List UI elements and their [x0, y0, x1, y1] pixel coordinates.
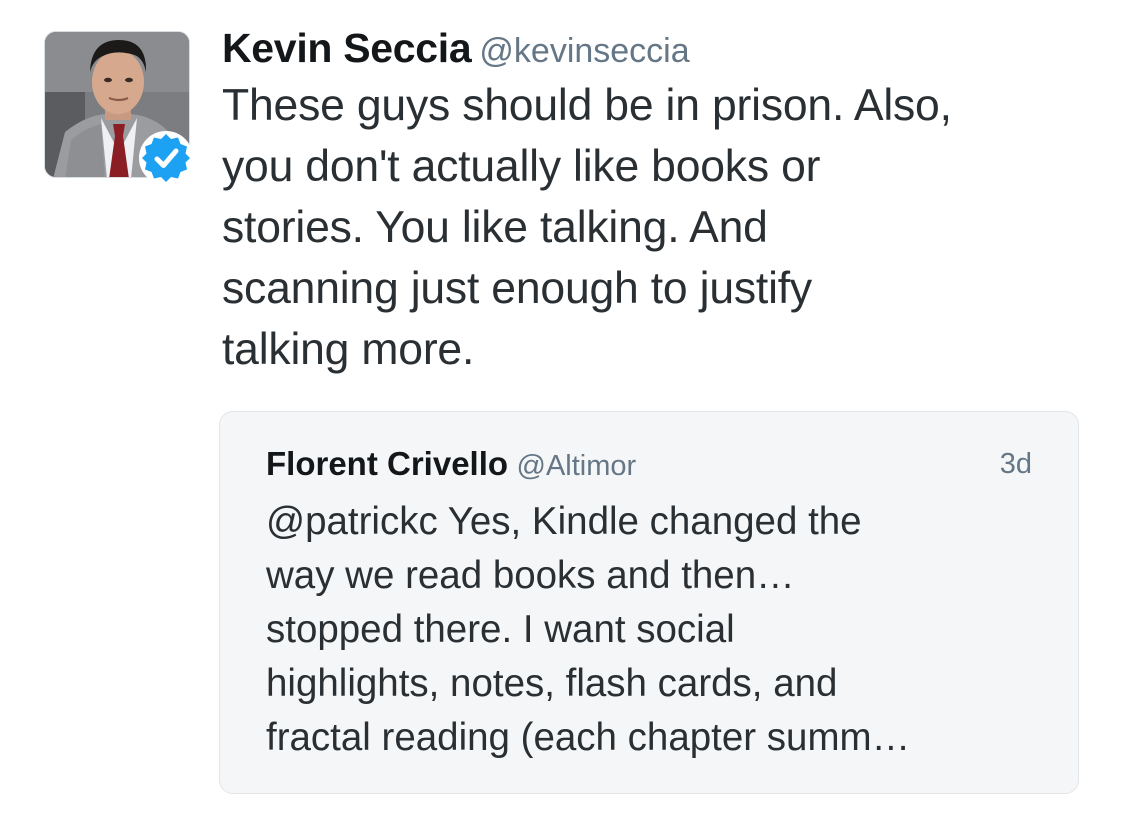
- verified-badge-icon: [138, 130, 194, 186]
- quoted-tweet-text: @patrickc Yes, Kindle changed the way we…: [266, 495, 1056, 765]
- quoted-tweet-card[interactable]: Florent Crivello @Altimor 3d @patrickc Y…: [219, 411, 1079, 794]
- tweet-text-line: stories. You like talking. And: [222, 203, 768, 252]
- quoted-text-line: stopped there. I want social: [266, 608, 735, 651]
- quoted-text-line: @patrickc Yes, Kindle changed the: [266, 500, 862, 543]
- tweet-text-line: you don't actually like books or: [222, 142, 821, 191]
- tweet-text-line: These guys should be in prison. Also,: [222, 81, 952, 130]
- quoted-text-line: way we read books and then…: [266, 554, 795, 597]
- quoted-author-handle: @Altimor: [516, 450, 637, 482]
- tweet-text-line: scanning just enough to justify: [222, 264, 812, 313]
- quoted-tweet-header: Florent Crivello @Altimor: [266, 442, 636, 493]
- quoted-tweet-timestamp: 3d: [999, 448, 1032, 480]
- author-name[interactable]: Kevin Seccia: [222, 25, 472, 71]
- quoted-author-name: Florent Crivello: [266, 445, 509, 482]
- quoted-text-line: highlights, notes, flash cards, and: [266, 662, 838, 705]
- tweet-text: These guys should be in prison. Also, yo…: [222, 75, 1102, 380]
- tweet-text-line: talking more.: [222, 325, 475, 374]
- quoted-text-line: fractal reading (each chapter summ…: [266, 716, 911, 759]
- author-handle[interactable]: @kevinseccia: [479, 32, 689, 70]
